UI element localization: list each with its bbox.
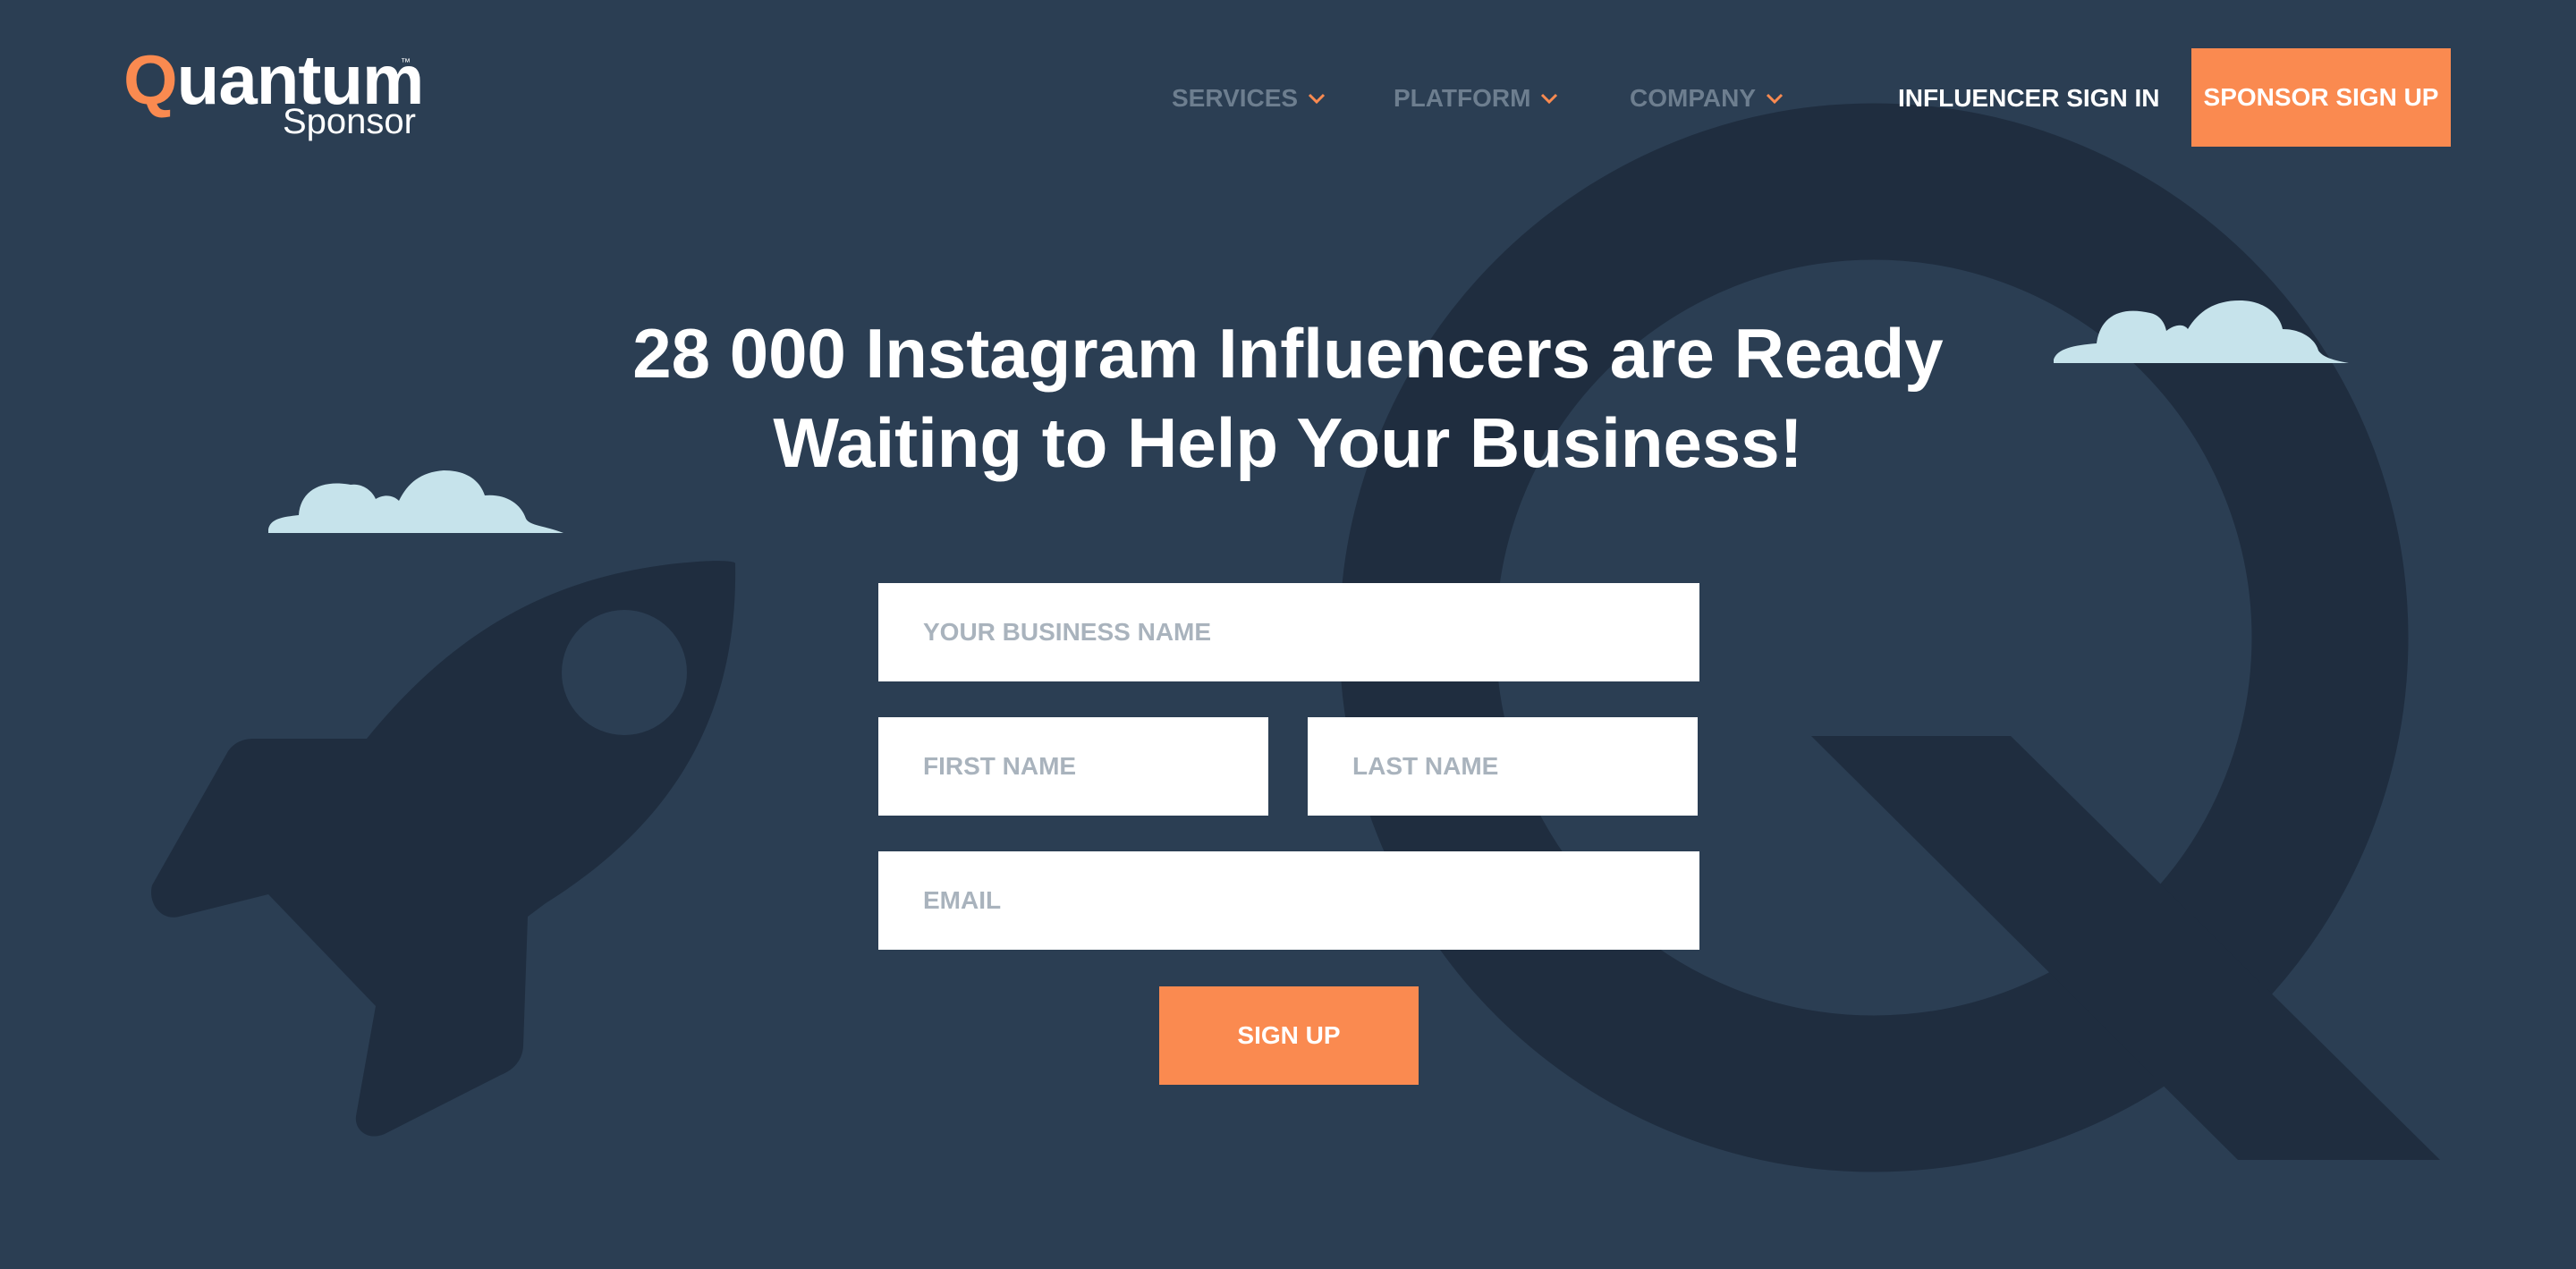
brand-logo[interactable]: Quantum ™ Sponsor (123, 45, 424, 143)
landing-page: Quantum ™ Sponsor SERVICES PLATFORM COMP… (0, 0, 2576, 1269)
cloud-icon (2054, 300, 2349, 363)
sponsor-sign-up-button[interactable]: SPONSOR SIGN UP (2191, 48, 2451, 147)
influencer-sign-in-link[interactable]: INFLUENCER SIGN IN (1898, 80, 2159, 116)
hero-title: 28 000 Instagram Influencers are Ready W… (483, 309, 2093, 487)
rocket-icon (151, 561, 736, 1137)
hero-title-line1: 28 000 Instagram Influencers are Ready (632, 314, 1944, 393)
nav-item-label: COMPANY (1630, 84, 1757, 112)
nav-item-label: SERVICES (1172, 84, 1299, 112)
chevron-down-icon (1309, 93, 1326, 105)
nav-item-company[interactable]: COMPANY (1630, 80, 1784, 116)
hero-title-line2: Waiting to Help Your Business! (773, 403, 1803, 482)
logo-subtitle: Sponsor (283, 102, 416, 141)
last-name-input[interactable] (1308, 717, 1698, 816)
nav-item-services[interactable]: SERVICES (1172, 80, 1326, 116)
first-name-input[interactable] (878, 717, 1268, 816)
email-input[interactable] (878, 851, 1699, 950)
logo-trademark: ™ (401, 57, 411, 68)
chevron-down-icon (1766, 93, 1784, 105)
business-name-input[interactable] (878, 583, 1699, 681)
logo-q-letter: Q (123, 40, 178, 119)
nav-item-label: PLATFORM (1394, 84, 1531, 112)
chevron-down-icon (1541, 93, 1558, 105)
sign-up-button[interactable]: SIGN UP (1159, 986, 1419, 1085)
nav-item-platform[interactable]: PLATFORM (1394, 80, 1559, 116)
